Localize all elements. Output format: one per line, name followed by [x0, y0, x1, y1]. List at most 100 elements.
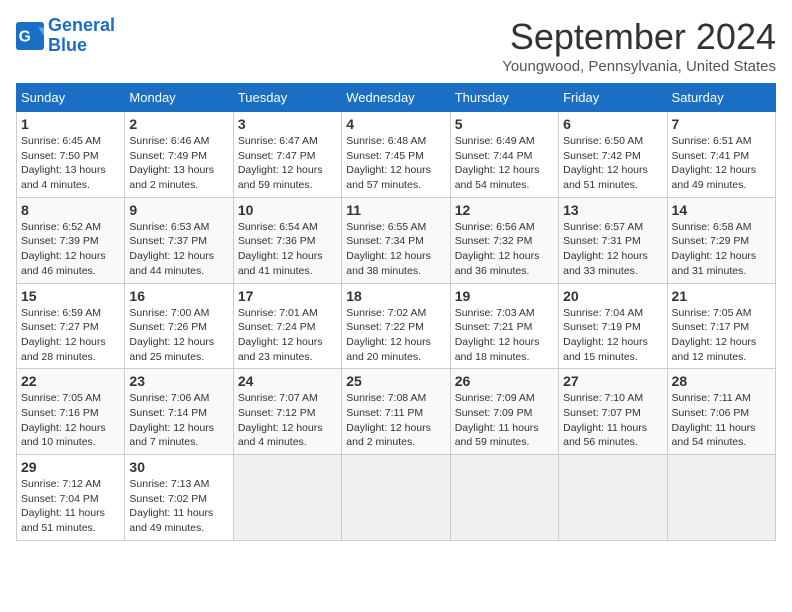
day-info: Sunrise: 7:13 AMSunset: 7:02 PMDaylight:…: [129, 477, 228, 536]
day-info: Sunrise: 7:12 AMSunset: 7:04 PMDaylight:…: [21, 477, 120, 536]
day-info: Sunrise: 6:49 AMSunset: 7:44 PMDaylight:…: [455, 134, 554, 193]
day-number: 5: [455, 116, 554, 132]
day-info: Sunrise: 6:55 AMSunset: 7:34 PMDaylight:…: [346, 220, 445, 279]
day-number: 6: [563, 116, 662, 132]
calendar-cell: [450, 455, 558, 541]
calendar-cell: [667, 455, 775, 541]
calendar-cell: 21Sunrise: 7:05 AMSunset: 7:17 PMDayligh…: [667, 283, 775, 369]
calendar-cell: 8 Sunrise: 6:52 AMSunset: 7:39 PMDaylight…: [17, 197, 125, 283]
day-number: 15: [21, 288, 120, 304]
calendar-cell: 27 Sunrise: 7:10 AMSunset: 7:07 PMDayligh…: [559, 369, 667, 455]
day-info: Sunrise: 6:56 AMSunset: 7:32 PMDaylight:…: [455, 220, 554, 279]
calendar-cell: 18 Sunrise: 7:02 AMSunset: 7:22 PMDayligh…: [342, 283, 450, 369]
calendar-cell: 20 Sunrise: 7:04 AMSunset: 7:19 PMDayligh…: [559, 283, 667, 369]
day-info: Sunrise: 7:06 AMSunset: 7:14 PMDaylight:…: [129, 391, 228, 450]
calendar-cell: 15 Sunrise: 6:59 AMSunset: 7:27 PMDayligh…: [17, 283, 125, 369]
calendar-week-5: 29 Sunrise: 7:12 AMSunset: 7:04 PMDayligh…: [17, 455, 776, 541]
calendar-week-3: 15 Sunrise: 6:59 AMSunset: 7:27 PMDayligh…: [17, 283, 776, 369]
day-number: 18: [346, 288, 445, 304]
day-info: Sunrise: 6:59 AMSunset: 7:27 PMDaylight:…: [21, 306, 120, 365]
day-info: Sunrise: 7:11 AMSunset: 7:06 PMDaylight:…: [672, 391, 771, 450]
calendar-cell: 26 Sunrise: 7:09 AMSunset: 7:09 PMDayligh…: [450, 369, 558, 455]
title-area: September 2024 Youngwood, Pennsylvania, …: [502, 16, 776, 75]
calendar-cell: 28 Sunrise: 7:11 AMSunset: 7:06 PMDayligh…: [667, 369, 775, 455]
day-number: 13: [563, 202, 662, 218]
day-number: 23: [129, 373, 228, 389]
day-info: Sunrise: 6:57 AMSunset: 7:31 PMDaylight:…: [563, 220, 662, 279]
calendar-cell: 25 Sunrise: 7:08 AMSunset: 7:11 PMDayligh…: [342, 369, 450, 455]
day-number: 21: [672, 288, 771, 304]
day-info: Sunrise: 7:04 AMSunset: 7:19 PMDaylight:…: [563, 306, 662, 365]
day-info: Sunrise: 7:09 AMSunset: 7:09 PMDaylight:…: [455, 391, 554, 450]
day-info: Sunrise: 6:52 AMSunset: 7:39 PMDaylight:…: [21, 220, 120, 279]
logo-icon: G: [16, 22, 44, 50]
calendar-cell: 6 Sunrise: 6:50 AMSunset: 7:42 PMDaylight…: [559, 112, 667, 198]
day-info: Sunrise: 6:51 AMSunset: 7:41 PMDaylight:…: [672, 134, 771, 193]
day-info: Sunrise: 7:00 AMSunset: 7:26 PMDaylight:…: [129, 306, 228, 365]
calendar-cell: 19Sunrise: 7:03 AMSunset: 7:21 PMDayligh…: [450, 283, 558, 369]
page-header: G General Blue September 2024 Youngwood,…: [16, 16, 776, 75]
calendar-cell: 29 Sunrise: 7:12 AMSunset: 7:04 PMDayligh…: [17, 455, 125, 541]
day-number: 11: [346, 202, 445, 218]
calendar-cell: 1Sunrise: 6:45 AMSunset: 7:50 PMDaylight…: [17, 112, 125, 198]
day-number: 9: [129, 202, 228, 218]
calendar-cell: 2Sunrise: 6:46 AMSunset: 7:49 PMDaylight…: [125, 112, 233, 198]
calendar-header-wednesday: Wednesday: [342, 84, 450, 112]
calendar-cell: 4Sunrise: 6:48 AMSunset: 7:45 PMDaylight…: [342, 112, 450, 198]
day-info: Sunrise: 6:48 AMSunset: 7:45 PMDaylight:…: [346, 134, 445, 193]
day-info: Sunrise: 7:05 AMSunset: 7:16 PMDaylight:…: [21, 391, 120, 450]
day-number: 28: [672, 373, 771, 389]
day-info: Sunrise: 6:54 AMSunset: 7:36 PMDaylight:…: [238, 220, 337, 279]
day-number: 7: [672, 116, 771, 132]
day-number: 14: [672, 202, 771, 218]
calendar-body: 1Sunrise: 6:45 AMSunset: 7:50 PMDaylight…: [17, 112, 776, 541]
logo-line1: General: [48, 15, 115, 35]
day-number: 22: [21, 373, 120, 389]
day-number: 27: [563, 373, 662, 389]
calendar-week-1: 1Sunrise: 6:45 AMSunset: 7:50 PMDaylight…: [17, 112, 776, 198]
calendar-header-row: SundayMondayTuesdayWednesdayThursdayFrid…: [17, 84, 776, 112]
day-info: Sunrise: 7:01 AMSunset: 7:24 PMDaylight:…: [238, 306, 337, 365]
calendar-cell: 9 Sunrise: 6:53 AMSunset: 7:37 PMDaylight…: [125, 197, 233, 283]
calendar-cell: 24 Sunrise: 7:07 AMSunset: 7:12 PMDayligh…: [233, 369, 341, 455]
day-number: 30: [129, 459, 228, 475]
calendar-header-tuesday: Tuesday: [233, 84, 341, 112]
day-number: 24: [238, 373, 337, 389]
day-number: 8: [21, 202, 120, 218]
day-info: Sunrise: 7:10 AMSunset: 7:07 PMDaylight:…: [563, 391, 662, 450]
day-info: Sunrise: 7:02 AMSunset: 7:22 PMDaylight:…: [346, 306, 445, 365]
day-number: 12: [455, 202, 554, 218]
day-number: 3: [238, 116, 337, 132]
day-number: 19: [455, 288, 554, 304]
calendar-cell: [233, 455, 341, 541]
calendar-cell: 14Sunrise: 6:58 AMSunset: 7:29 PMDayligh…: [667, 197, 775, 283]
day-info: Sunrise: 6:46 AMSunset: 7:49 PMDaylight:…: [129, 134, 228, 193]
calendar-cell: 16 Sunrise: 7:00 AMSunset: 7:26 PMDayligh…: [125, 283, 233, 369]
day-number: 17: [238, 288, 337, 304]
day-number: 1: [21, 116, 120, 132]
calendar-header-sunday: Sunday: [17, 84, 125, 112]
calendar-cell: 10 Sunrise: 6:54 AMSunset: 7:36 PMDayligh…: [233, 197, 341, 283]
logo-text: General Blue: [48, 16, 115, 56]
day-number: 10: [238, 202, 337, 218]
calendar-cell: 11 Sunrise: 6:55 AMSunset: 7:34 PMDayligh…: [342, 197, 450, 283]
day-number: 16: [129, 288, 228, 304]
day-number: 20: [563, 288, 662, 304]
calendar-cell: 17 Sunrise: 7:01 AMSunset: 7:24 PMDayligh…: [233, 283, 341, 369]
calendar-cell: 23 Sunrise: 7:06 AMSunset: 7:14 PMDayligh…: [125, 369, 233, 455]
logo: G General Blue: [16, 16, 115, 56]
calendar-header-saturday: Saturday: [667, 84, 775, 112]
calendar-cell: 30 Sunrise: 7:13 AMSunset: 7:02 PMDayligh…: [125, 455, 233, 541]
day-number: 29: [21, 459, 120, 475]
day-info: Sunrise: 6:50 AMSunset: 7:42 PMDaylight:…: [563, 134, 662, 193]
day-info: Sunrise: 7:08 AMSunset: 7:11 PMDaylight:…: [346, 391, 445, 450]
day-number: 26: [455, 373, 554, 389]
day-info: Sunrise: 6:53 AMSunset: 7:37 PMDaylight:…: [129, 220, 228, 279]
calendar-header-thursday: Thursday: [450, 84, 558, 112]
calendar-week-4: 22 Sunrise: 7:05 AMSunset: 7:16 PMDayligh…: [17, 369, 776, 455]
calendar-cell: [342, 455, 450, 541]
day-info: Sunrise: 7:07 AMSunset: 7:12 PMDaylight:…: [238, 391, 337, 450]
day-number: 25: [346, 373, 445, 389]
calendar-header-friday: Friday: [559, 84, 667, 112]
calendar-cell: 5 Sunrise: 6:49 AMSunset: 7:44 PMDaylight…: [450, 112, 558, 198]
